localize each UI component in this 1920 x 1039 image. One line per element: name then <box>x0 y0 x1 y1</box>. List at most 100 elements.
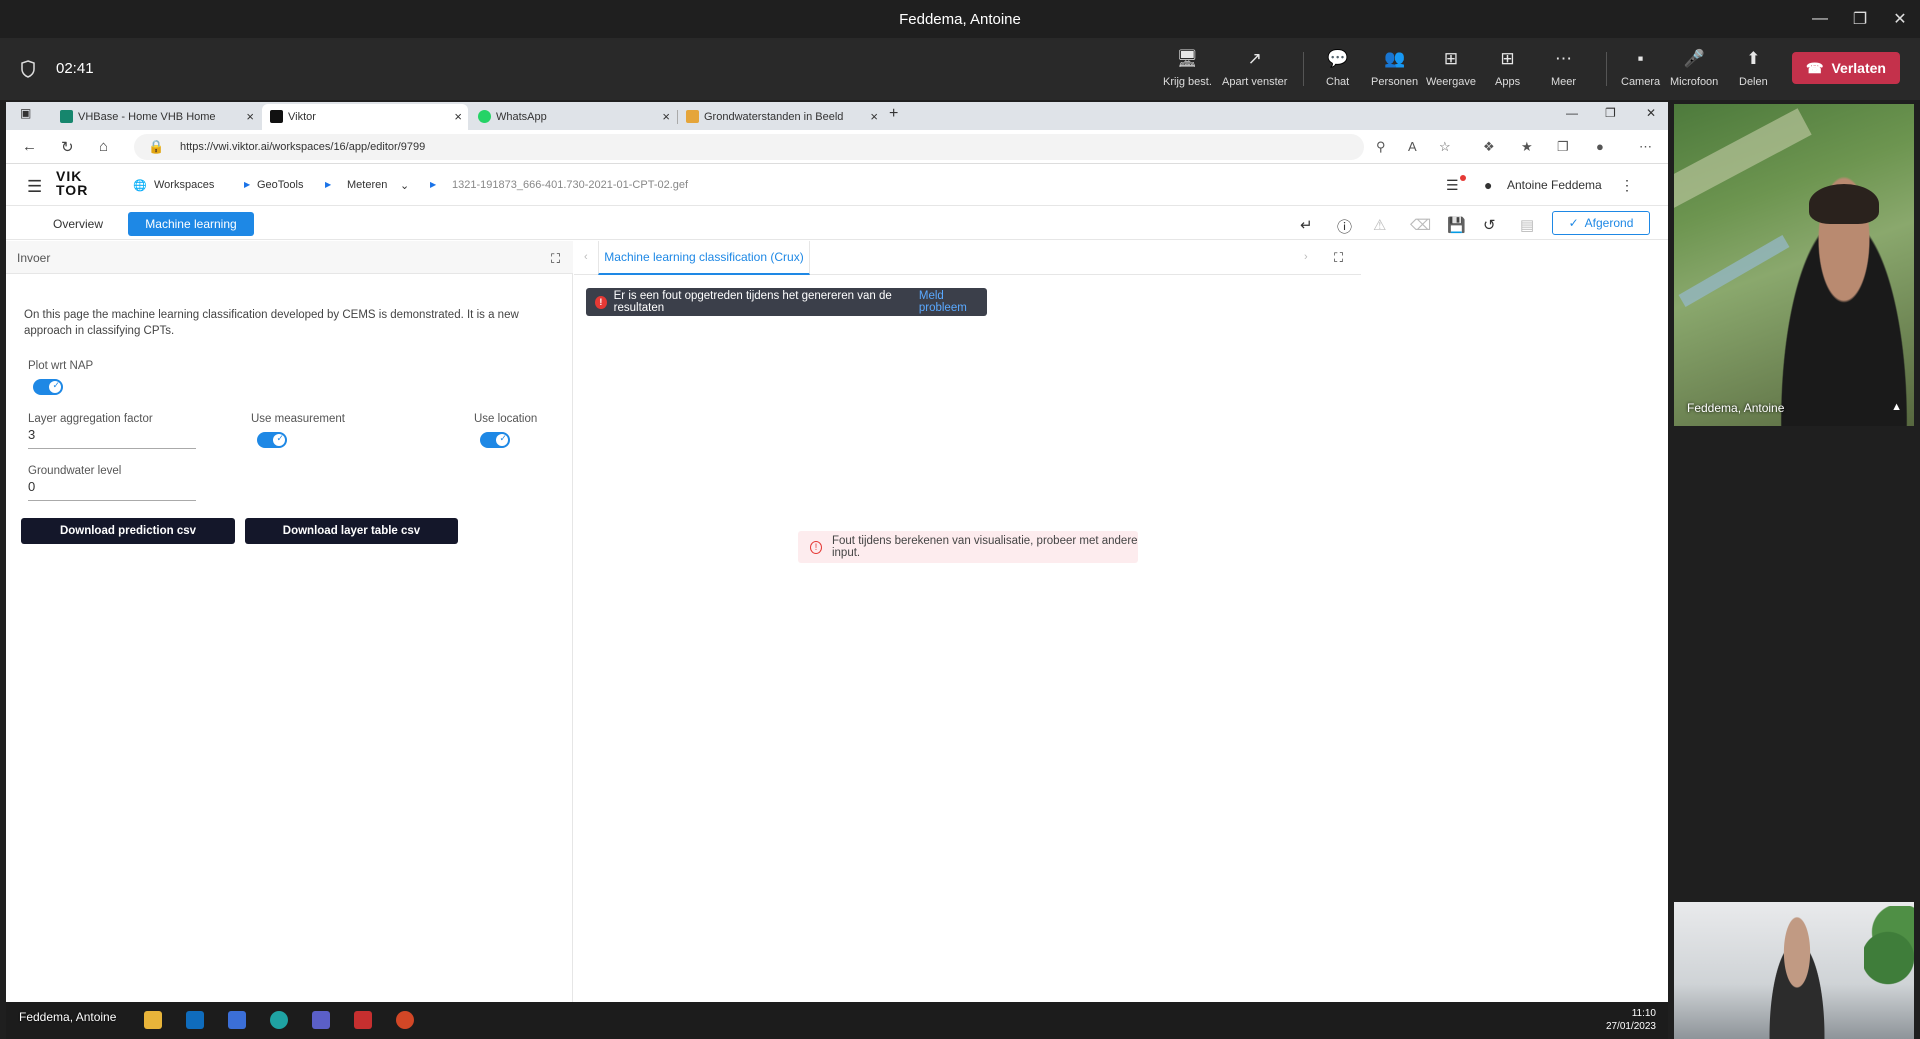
url-text[interactable]: https://vwi.viktor.ai/workspaces/16/app/… <box>180 141 425 153</box>
favorites-bar-icon[interactable]: ★ <box>1521 139 1533 155</box>
chat-button[interactable]: 💬 Chat <box>1326 48 1349 88</box>
plot-wrt-nap-toggle[interactable]: ✓ <box>33 379 63 395</box>
use-measurement-toggle[interactable]: ✓ <box>257 432 287 448</box>
edge-icon[interactable] <box>270 1011 288 1029</box>
profile-icon[interactable]: ● <box>1596 139 1604 154</box>
info-icon[interactable]: ⓘ <box>1337 216 1352 237</box>
file-explorer-icon[interactable] <box>144 1011 162 1029</box>
warning-icon[interactable]: ⚠ <box>1373 216 1386 234</box>
refresh-icon[interactable]: ↻ <box>61 138 74 156</box>
whatsapp-icon <box>478 110 491 123</box>
return-icon[interactable]: ↵ <box>1300 216 1313 234</box>
tab-ml-classification[interactable]: Machine learning classification (Crux) <box>598 241 810 275</box>
teams-window-title-bar: Feddema, Antoine — ❐ ✕ <box>0 0 1920 38</box>
participant-video-self[interactable] <box>1674 902 1914 1039</box>
restore-icon[interactable]: ❐ <box>1605 106 1616 120</box>
participant-hair <box>1809 184 1879 224</box>
screen-icon: 🖥 <box>1176 49 1199 68</box>
personen-button[interactable]: 👥 Personen <box>1371 48 1418 88</box>
tab-overview[interactable]: Overview <box>36 212 120 236</box>
separator <box>1606 52 1607 86</box>
tab-machine-learning[interactable]: Machine learning <box>128 212 254 236</box>
close-tab-icon[interactable]: × <box>454 109 462 124</box>
description-text: On this page the machine learning classi… <box>24 309 519 337</box>
more-icon[interactable]: ⋯ <box>1639 139 1652 155</box>
error-circle-icon: ! <box>810 540 822 554</box>
expand-icon[interactable]: ⛶ <box>1334 250 1343 266</box>
meeting-toolbar: 02:41 🖥 Krijg best. ↗ Apart venster 💬 Chat … <box>0 38 1920 100</box>
outlook-icon[interactable] <box>186 1011 204 1029</box>
participant-video-main[interactable]: Feddema, Antoine ▲ <box>1674 104 1914 426</box>
viktor-logo[interactable]: VIK TOR <box>56 169 88 197</box>
taskbar-clock[interactable]: 11:10 27/01/2023 <box>1606 1007 1656 1033</box>
browser-tab-whatsapp[interactable]: WhatsApp × <box>470 104 676 130</box>
collections-icon[interactable]: ❐ <box>1557 139 1569 155</box>
back-icon[interactable]: ← <box>22 138 37 155</box>
close-icon[interactable]: ✕ <box>1646 106 1656 120</box>
kebab-menu-icon[interactable]: ⋮ <box>1620 177 1634 194</box>
minimize-icon[interactable]: — <box>1566 106 1578 120</box>
minimize-icon[interactable]: — <box>1800 0 1840 38</box>
history-icon[interactable]: ↺ <box>1483 216 1496 234</box>
window-title: Feddema, Antoine <box>899 10 1021 28</box>
participant-name: Feddema, Antoine <box>1687 401 1785 415</box>
meer-button[interactable]: ⋯ Meer <box>1551 48 1576 88</box>
browser-tabstrip: ▣ VHBase - Home VHB Home × Viktor × What… <box>6 102 1668 130</box>
extensions-icon[interactable]: ❖ <box>1483 139 1495 155</box>
read-aloud-icon[interactable]: A <box>1408 139 1417 154</box>
close-icon[interactable]: ✕ <box>1880 0 1920 38</box>
layout-icon[interactable]: ▤ <box>1520 216 1534 234</box>
download-layer-table-button[interactable]: Download layer table csv <box>245 518 458 544</box>
tab-actions-icon[interactable]: ▣ <box>20 106 31 120</box>
close-tab-icon[interactable]: × <box>870 109 878 124</box>
chevron-right-icon[interactable]: › <box>1304 251 1308 263</box>
breadcrumb-geotools[interactable]: GeoTools <box>257 179 303 191</box>
groundwater-level-field[interactable]: 0 <box>28 479 196 501</box>
powerpoint-icon[interactable] <box>396 1011 414 1029</box>
breadcrumb-globe-icon: 🌐 <box>133 180 147 192</box>
browser-tab-viktor[interactable]: Viktor × <box>262 104 468 130</box>
check-icon: ✓ <box>276 433 284 443</box>
menu-icon[interactable]: ☰ <box>27 177 42 197</box>
microfoon-button[interactable]: 🎤 Microfoon <box>1670 48 1718 88</box>
breadcrumb-workspaces[interactable]: Workspaces <box>154 179 214 191</box>
clear-icon[interactable]: ⌫ <box>1410 216 1431 234</box>
app-icon[interactable] <box>228 1011 246 1029</box>
restore-icon[interactable]: ❐ <box>1840 0 1880 38</box>
browser-tab-grondwater[interactable]: Grondwaterstanden in Beeld × <box>678 104 884 130</box>
shared-taskbar: Feddema, Antoine 11:10 27/01/2023 <box>6 1002 1668 1039</box>
results-panel: ‹ Machine learning classification (Crux)… <box>574 241 1361 1002</box>
notifications-icon[interactable]: ☰ <box>1446 177 1459 194</box>
user-avatar-icon[interactable]: ● <box>1484 177 1492 193</box>
favorite-icon[interactable]: ☆ <box>1439 139 1451 155</box>
layer-aggregation-field[interactable]: 3 <box>28 427 196 449</box>
home-icon[interactable]: ⌂ <box>99 138 108 155</box>
chevron-down-icon[interactable]: ⌄ <box>400 179 409 192</box>
close-tab-icon[interactable]: × <box>246 109 254 124</box>
afgerond-button[interactable]: ✓ Afgerond <box>1552 211 1650 235</box>
meld-probleem-link[interactable]: Meld probleem <box>919 290 987 314</box>
chevron-left-icon[interactable]: ‹ <box>584 251 588 263</box>
apps-button[interactable]: ⊞ Apps <box>1495 48 1520 88</box>
key-icon[interactable]: ⚲ <box>1376 139 1386 155</box>
apart-venster-button[interactable]: ↗ Apart venster <box>1222 48 1287 88</box>
download-prediction-button[interactable]: Download prediction csv <box>21 518 235 544</box>
browser-tab-vhbase[interactable]: VHBase - Home VHB Home × <box>52 104 260 130</box>
pdf-icon[interactable] <box>354 1011 372 1029</box>
breadcrumb-meteren[interactable]: Meteren <box>347 179 387 191</box>
expand-icon[interactable]: ⛶ <box>551 251 560 267</box>
camera-button[interactable]: ▪ Camera <box>1621 48 1660 88</box>
user-name[interactable]: Antoine Feddema <box>1507 178 1602 192</box>
microphone-icon: 🎤 <box>1683 49 1705 68</box>
close-tab-icon[interactable]: × <box>662 109 670 124</box>
use-location-toggle[interactable]: ✓ <box>480 432 510 448</box>
save-icon[interactable]: 💾 <box>1447 216 1466 234</box>
chat-icon: 💬 <box>1327 49 1349 68</box>
delen-button[interactable]: ⬆ Delen <box>1739 48 1768 88</box>
camera-icon: ▪ <box>1637 49 1644 68</box>
krijg-best-button[interactable]: 🖥 Krijg best. <box>1163 48 1212 88</box>
new-tab-icon[interactable]: + <box>889 105 898 123</box>
leave-button[interactable]: ☎ Verlaten <box>1792 52 1900 84</box>
teams-icon[interactable] <box>312 1011 330 1029</box>
weergave-button[interactable]: ⊞ Weergave <box>1426 48 1476 88</box>
